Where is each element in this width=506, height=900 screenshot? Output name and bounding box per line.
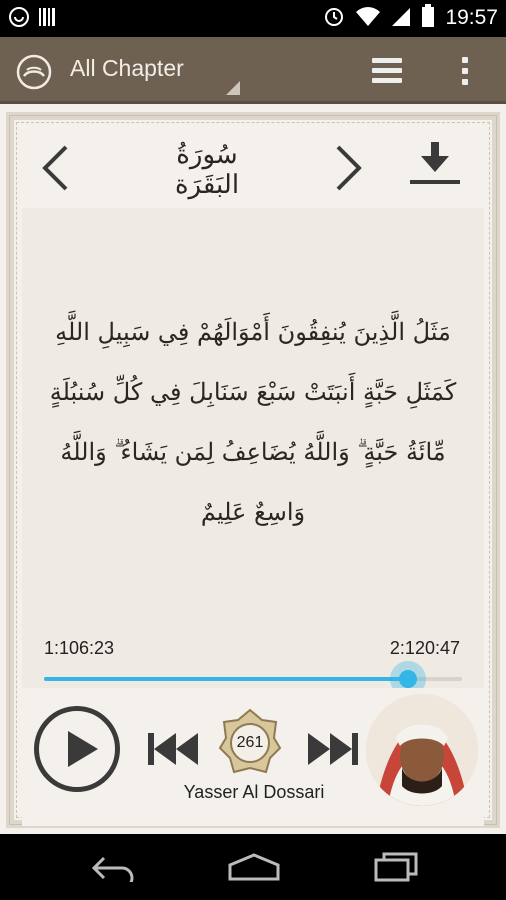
total-time: 2:120:47	[389, 638, 460, 658]
reciter-avatar[interactable]	[366, 694, 478, 806]
system-nav-bar	[0, 834, 506, 900]
seek-bar[interactable]	[44, 661, 462, 697]
alarm-icon	[323, 5, 345, 31]
app-notification-icon	[8, 6, 30, 32]
spinner-arrow-icon	[226, 81, 240, 95]
player-controls: 261 Yasser Al Dossari	[22, 688, 484, 826]
home-icon[interactable]	[226, 852, 282, 882]
play-button[interactable]	[34, 706, 120, 792]
reciter-name: Yasser Al Dossari	[183, 782, 325, 802]
surah-title: سُورَةُ البَقَرَة	[174, 140, 240, 200]
reader-content: سُورَةُ البَقَرَة مَثَلُ الَّذِينَ يُنفِ…	[22, 126, 484, 826]
quran-logo-icon[interactable]	[16, 54, 52, 90]
overflow-menu-icon[interactable]	[458, 55, 472, 87]
verse-panel: مَثَلُ الَّذِينَ يُنفِقُونَ أَمْوَالَهُم…	[22, 208, 484, 688]
list-icon[interactable]	[372, 58, 402, 86]
recent-apps-icon[interactable]	[372, 852, 420, 882]
wifi-icon	[355, 5, 381, 31]
battery-icon	[421, 4, 435, 32]
previous-chevron-icon[interactable]	[40, 144, 70, 192]
back-icon[interactable]	[90, 854, 136, 890]
seek-progress	[44, 677, 408, 681]
reader-frame: سُورَةُ البَقَرَة مَثَلُ الَّذِينَ يُنفِ…	[0, 104, 506, 834]
surah-nav: سُورَةُ البَقَرَة	[22, 126, 484, 208]
chapter-spinner-label: All Chapter	[70, 55, 184, 81]
barcode-icon	[38, 6, 56, 32]
verse-text: مَثَلُ الَّذِينَ يُنفِقُونَ أَمْوَالَهُم…	[49, 318, 457, 526]
elapsed-time: 1:106:23	[44, 638, 115, 658]
chapter-spinner[interactable]: All Chapter	[70, 55, 240, 95]
status-bar: 19:57	[0, 0, 506, 37]
next-chevron-icon[interactable]	[334, 144, 364, 192]
verse-number-badge: 261	[218, 708, 282, 778]
clock: 19:57	[445, 6, 498, 29]
skip-previous-icon[interactable]	[148, 733, 200, 765]
action-bar: All Chapter	[0, 37, 506, 104]
download-icon[interactable]	[408, 142, 462, 186]
verse-number: 261	[236, 734, 264, 751]
signal-icon	[391, 5, 411, 31]
skip-next-icon[interactable]	[306, 733, 358, 765]
